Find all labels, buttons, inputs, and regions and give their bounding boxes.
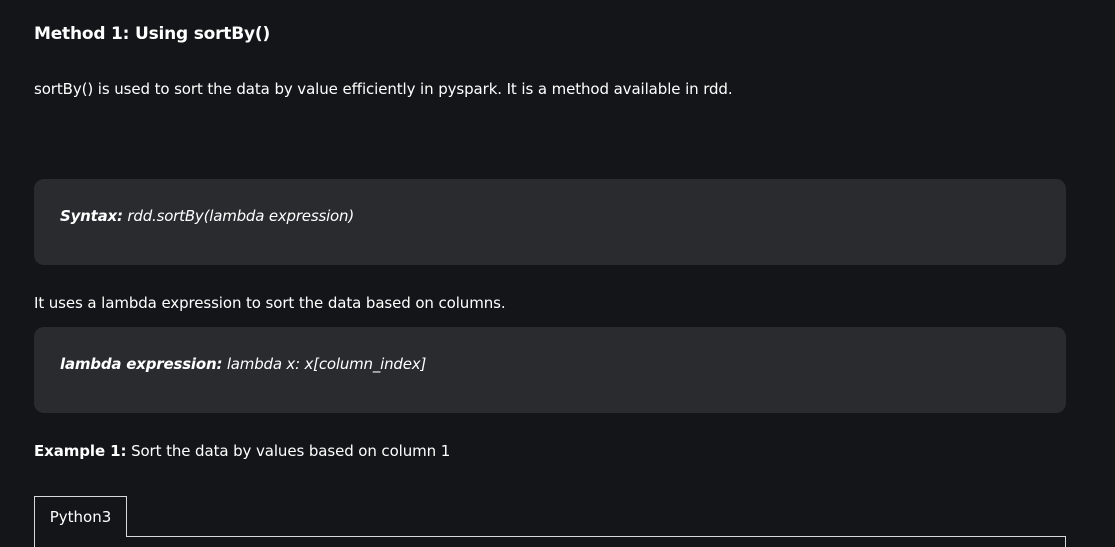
syntax-label: Syntax:	[60, 207, 123, 225]
example-text: Sort the data by values based on column …	[131, 442, 451, 460]
example-paragraph: Example 1: Sort the data by values based…	[34, 442, 450, 460]
lambda-box: lambda expression: lambda x: x[column_in…	[34, 327, 1066, 413]
syntax-box: Syntax: rdd.sortBy(lambda expression)	[34, 179, 1066, 265]
uses-paragraph: It uses a lambda expression to sort the …	[34, 294, 506, 312]
syntax-line: Syntax: rdd.sortBy(lambda expression)	[60, 207, 354, 225]
example-label: Example 1:	[34, 442, 127, 460]
panel-border-left	[34, 536, 35, 547]
lambda-label: lambda expression:	[60, 355, 223, 373]
syntax-code: rdd.sortBy(lambda expression)	[127, 207, 354, 225]
tab-divider	[126, 536, 1066, 537]
lambda-line: lambda expression: lambda x: x[column_in…	[60, 355, 426, 373]
panel-border-right	[1065, 536, 1066, 547]
method-heading: Method 1: Using sortBy()	[34, 24, 271, 44]
lambda-code: lambda x: x[column_index]	[226, 355, 427, 373]
intro-paragraph: sortBy() is used to sort the data by val…	[34, 80, 733, 98]
article-page: Method 1: Using sortBy() sortBy() is use…	[0, 0, 1115, 547]
code-tabs: Python3	[34, 496, 1066, 547]
tab-python3[interactable]: Python3	[34, 496, 127, 536]
